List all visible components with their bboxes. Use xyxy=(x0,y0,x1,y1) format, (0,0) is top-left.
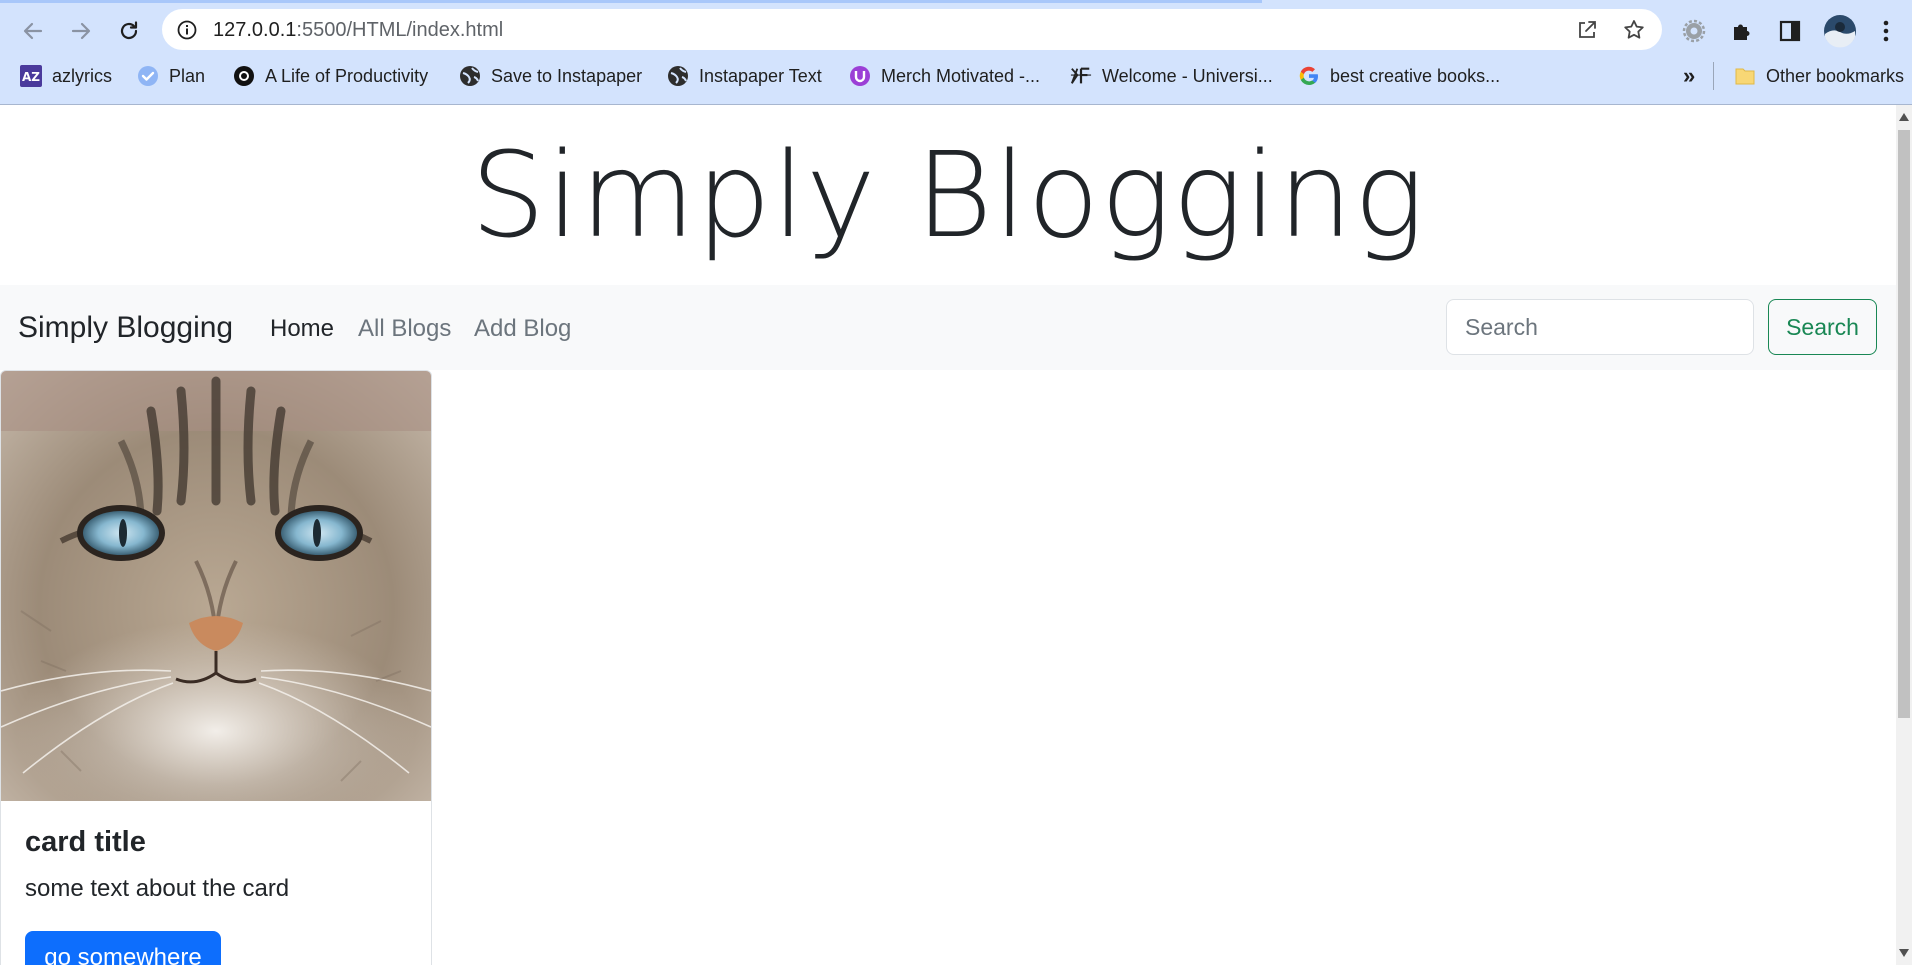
bookmark-label: best creative books... xyxy=(1330,65,1501,86)
productivity-icon xyxy=(233,65,255,87)
google-icon xyxy=(1298,65,1320,87)
bookmark-label: azlyrics xyxy=(52,65,113,86)
card-title: card title xyxy=(25,826,146,858)
globe-icon xyxy=(459,65,481,87)
navbar: Simply Blogging Home All Blogs Add Blog … xyxy=(0,285,1896,370)
bookmark-label: Welcome - Universi... xyxy=(1102,65,1273,86)
avatar xyxy=(1824,15,1856,48)
other-bookmarks-label: Other bookmarks xyxy=(1766,65,1905,86)
scroll-up-arrow[interactable] xyxy=(1896,109,1912,125)
page-load-progress xyxy=(0,0,1262,3)
bookmark-best-creative-books[interactable]: best creative books... xyxy=(1298,58,1500,94)
forward-arrow-icon xyxy=(71,22,91,40)
bookmark-label: Save to Instapaper xyxy=(491,65,643,86)
bookmark-instapaper-text[interactable]: Instapaper Text xyxy=(667,58,822,94)
share-icon xyxy=(1579,21,1596,38)
bookmark-label: A Life of Productivity xyxy=(265,65,429,86)
address-bar[interactable]: 127.0.0.1:5500/HTML/index.html xyxy=(162,9,1662,50)
scrollbar-thumb[interactable] xyxy=(1898,130,1910,718)
bookmark-label: Plan xyxy=(169,65,206,86)
bookmarks-bar: AZ azlyrics Plan A Life of Productivity … xyxy=(0,58,1912,94)
browser-toolbar: 127.0.0.1:5500/HTML/index.html xyxy=(0,8,1912,52)
reload-icon xyxy=(120,21,138,40)
folder-icon xyxy=(1734,65,1756,87)
star-icon xyxy=(1624,20,1644,39)
bookmark-label: Merch Motivated -... xyxy=(881,65,1041,86)
extension-settings-button[interactable] xyxy=(1680,17,1708,45)
bookmark-welcome-university[interactable]: Welcome - Universi... xyxy=(1070,58,1273,94)
go-somewhere-button[interactable]: go somewhere xyxy=(25,931,221,965)
nav-link-all-blogs[interactable]: All Blogs xyxy=(358,315,451,343)
merch-icon xyxy=(849,65,871,87)
other-bookmarks-folder[interactable]: Other bookmarks xyxy=(1734,58,1904,94)
bookmark-a-life-of-productivity[interactable]: A Life of Productivity xyxy=(233,58,428,94)
url-path: :5500/HTML/index.html xyxy=(296,19,504,41)
side-panel-button[interactable] xyxy=(1776,17,1804,45)
search-button[interactable]: Search xyxy=(1768,299,1877,355)
side-panel-icon xyxy=(1779,20,1801,42)
page-scrollbar[interactable] xyxy=(1896,105,1912,965)
back-arrow-icon xyxy=(23,22,43,40)
bookmark-merch-motivated[interactable]: Merch Motivated -... xyxy=(849,58,1040,94)
bookmark-save-to-instapaper[interactable]: Save to Instapaper xyxy=(459,58,642,94)
extensions-button[interactable] xyxy=(1728,17,1756,45)
bookmarks-overflow-button[interactable]: » xyxy=(1683,58,1695,94)
page-viewport: Simply Blogging Simply Blogging Home All… xyxy=(0,105,1896,965)
loading-strip xyxy=(0,0,1912,8)
bookmark-plan[interactable]: Plan xyxy=(137,58,205,94)
back-button[interactable] xyxy=(18,16,48,46)
search-input[interactable] xyxy=(1446,299,1754,355)
bookmark-azlyrics[interactable]: AZ azlyrics xyxy=(20,58,112,94)
bookmark-star-button[interactable] xyxy=(1621,17,1647,43)
svg-text:AZ: AZ xyxy=(22,70,40,84)
navbar-brand[interactable]: Simply Blogging xyxy=(18,311,233,345)
url-host: 127.0.0.1 xyxy=(213,19,297,41)
nav-link-home[interactable]: Home xyxy=(270,315,334,343)
blog-card: card title some text about the card go s… xyxy=(0,370,432,965)
overflow-chevron-icon: » xyxy=(1683,63,1696,88)
browser-chrome: 127.0.0.1:5500/HTML/index.html AZ azlyri… xyxy=(0,0,1912,105)
cat-photo xyxy=(1,371,431,801)
url-text[interactable]: 127.0.0.1:5500/HTML/index.html xyxy=(213,19,503,42)
reload-button[interactable] xyxy=(114,16,144,46)
checkmark-icon xyxy=(137,65,159,87)
share-button[interactable] xyxy=(1574,17,1600,43)
nav-link-add-blog[interactable]: Add Blog xyxy=(474,315,571,343)
bookmark-label: Instapaper Text xyxy=(699,65,822,86)
profile-avatar-button[interactable] xyxy=(1823,14,1857,48)
site-info-icon[interactable] xyxy=(176,19,198,41)
bookmarks-divider xyxy=(1713,62,1714,90)
up-triangle-icon xyxy=(1899,113,1909,121)
globe-icon xyxy=(667,65,689,87)
card-text: some text about the card xyxy=(25,875,290,902)
university-icon xyxy=(1070,65,1092,87)
browser-menu-button[interactable] xyxy=(1872,17,1900,45)
puzzle-icon xyxy=(1734,24,1750,40)
hero-title: Simply Blogging xyxy=(470,126,1426,264)
gear-icon xyxy=(1682,19,1706,43)
forward-button[interactable] xyxy=(66,16,96,46)
kebab-menu-icon xyxy=(1883,20,1889,42)
down-triangle-icon xyxy=(1899,949,1909,957)
azlyrics-icon: AZ xyxy=(20,65,42,87)
scroll-down-arrow[interactable] xyxy=(1896,945,1912,961)
